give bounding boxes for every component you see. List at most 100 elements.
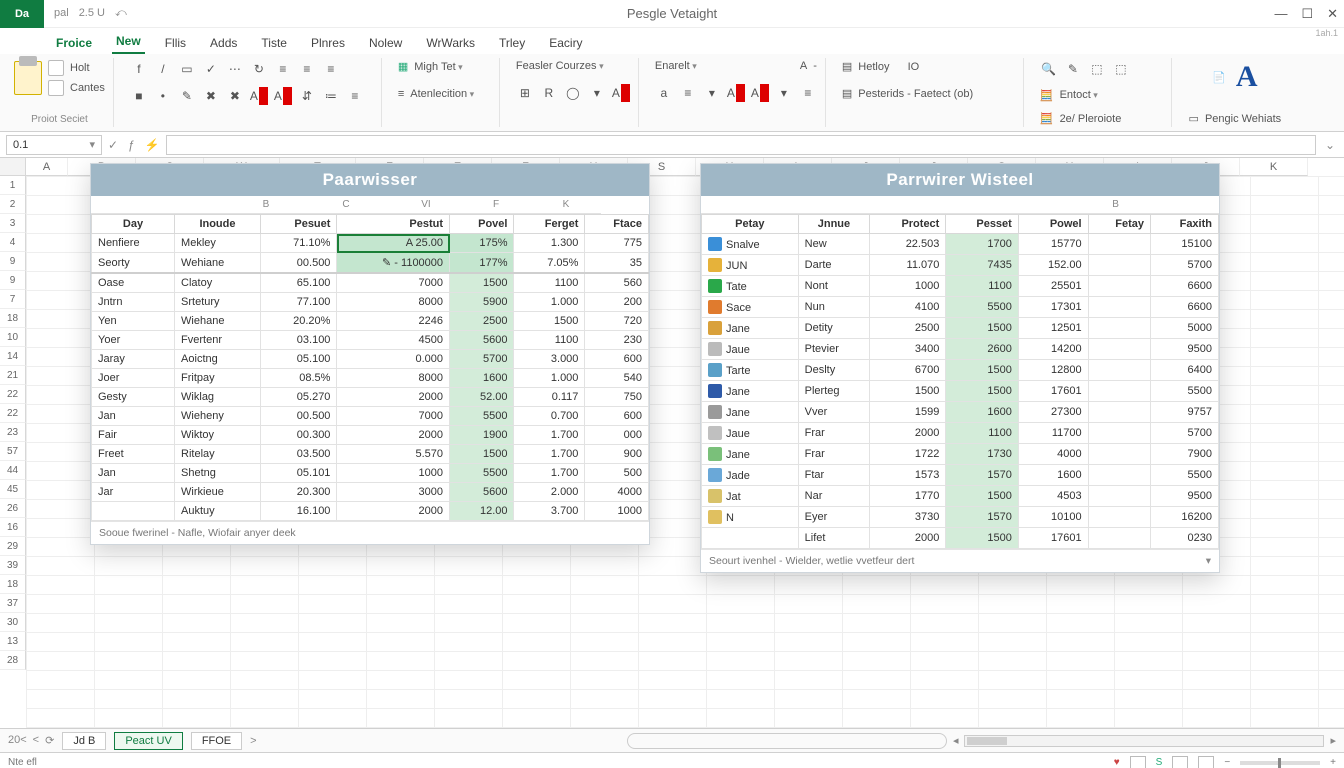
ribbon-icon[interactable]: ▾	[703, 84, 721, 102]
table-cell[interactable]: Frar	[798, 444, 870, 465]
table-cell[interactable]: 5.570	[337, 445, 450, 464]
table-cell[interactable]: 77.100	[260, 293, 337, 312]
far-icon[interactable]: ▭	[1189, 112, 1199, 125]
table-cell[interactable]: 25501	[1018, 276, 1088, 297]
table-cell[interactable]: New	[798, 234, 870, 255]
column-header[interactable]: A	[26, 158, 68, 176]
table-cell[interactable]: 1000	[585, 502, 649, 521]
table-cell[interactable]: 2000	[870, 423, 946, 444]
table-cell[interactable]: Darte	[798, 255, 870, 276]
view-break-icon[interactable]	[1198, 756, 1214, 768]
table-cell[interactable]: Fvertenr	[175, 331, 261, 350]
table-cell[interactable]: 560	[585, 273, 649, 293]
table-row[interactable]: Lifet20001500176010230	[702, 528, 1219, 549]
table-cell[interactable]: 2246	[337, 312, 450, 331]
table-row[interactable]: JntrnSrtetury77.100800059001.000200	[92, 293, 649, 312]
table-cell[interactable]: Yen	[92, 312, 175, 331]
spreadsheet-grid[interactable]: ABCWTFEFHSHLJJGHIJK 12349971810142122222…	[0, 158, 1344, 728]
tab-item[interactable]: Eaciry	[545, 32, 586, 54]
table-cell[interactable]: Ritelay	[175, 445, 261, 464]
row-header[interactable]: 22	[0, 385, 26, 404]
table-cell[interactable]: Gesty	[92, 388, 175, 407]
view-normal-icon[interactable]	[1130, 756, 1146, 768]
table-row[interactable]: TarteDeslty67001500128006400	[702, 360, 1219, 381]
name-box[interactable]: 0.1▾	[6, 135, 102, 155]
table-row[interactable]: FreetRitelay03.5005.57015001.700900	[92, 445, 649, 464]
scroll-left-icon[interactable]: ◂	[953, 734, 959, 747]
table-row[interactable]: YenWiehane20.20%224625001500720	[92, 312, 649, 331]
table-row[interactable]: TateNont10001100255016600	[702, 276, 1219, 297]
table-cell[interactable]: 0.700	[514, 407, 585, 426]
tab-item[interactable]: Adds	[206, 32, 241, 54]
table-cell[interactable]: Ptevier	[798, 339, 870, 360]
table-cell[interactable]: Jat	[702, 486, 799, 507]
table-cell[interactable]: 3000	[337, 483, 450, 502]
fx-cancel-icon[interactable]: ✓	[108, 138, 118, 152]
ribbon-icon[interactable]: ≡	[799, 84, 817, 102]
cut-icon[interactable]	[48, 60, 64, 76]
tab-item[interactable]: WrWarks	[422, 32, 479, 54]
table-row[interactable]: SaceNun41005500173016600	[702, 297, 1219, 318]
ribbon-icon[interactable]: ≔	[322, 87, 340, 105]
table-cell[interactable]: 1730	[946, 444, 1019, 465]
table-cell[interactable]	[1088, 444, 1150, 465]
formula-input[interactable]	[166, 135, 1316, 155]
table-cell[interactable]: Tarte	[702, 360, 799, 381]
table-cell[interactable]: Shetng	[175, 464, 261, 483]
table-cell[interactable]: 6400	[1151, 360, 1219, 381]
table-header[interactable]: Pesset	[946, 215, 1019, 234]
table-cell[interactable]: 1600	[1018, 465, 1088, 486]
wrap-icon[interactable]: ▦	[398, 60, 408, 73]
table-cell[interactable]: 1770	[870, 486, 946, 507]
table-cell[interactable]: Sace	[702, 297, 799, 318]
table-header[interactable]: Inoude	[175, 215, 261, 234]
table-cell[interactable]: 15100	[1151, 234, 1219, 255]
table-row[interactable]: NEyer373015701010016200	[702, 507, 1219, 528]
formula-expand-icon[interactable]: ⌄	[1322, 138, 1338, 152]
table-row[interactable]: JoerFritpay08.5%800016001.000540	[92, 369, 649, 388]
ribbon-icon[interactable]: A	[751, 84, 769, 102]
table-row[interactable]: JanWieheny00.500700055000.700600	[92, 407, 649, 426]
row-header[interactable]: 3	[0, 214, 26, 233]
table-cell[interactable]: 3.000	[514, 350, 585, 369]
table-header[interactable]: Fetay	[1088, 215, 1150, 234]
table-cell[interactable]: 5500	[946, 297, 1019, 318]
row-header[interactable]: 14	[0, 347, 26, 366]
merge-icon[interactable]: ≡	[398, 88, 404, 100]
table-cell[interactable]: 3.700	[514, 502, 585, 521]
horizontal-scrollbar[interactable]	[964, 735, 1324, 747]
table-cell[interactable]: Joer	[92, 369, 175, 388]
table-cell[interactable]: 65.100	[260, 273, 337, 293]
select-all-corner[interactable]	[0, 158, 26, 176]
editing-icon[interactable]: 🧮	[1040, 89, 1054, 102]
table-cell[interactable]: Wirkieue	[175, 483, 261, 502]
table-cell[interactable]	[1088, 402, 1150, 423]
sheet-tab[interactable]: FFOE	[191, 732, 242, 750]
table-cell[interactable]: 7435	[946, 255, 1019, 276]
table-row[interactable]: JaneFrar1722173040007900	[702, 444, 1219, 465]
table-cell[interactable]: 5000	[1151, 318, 1219, 339]
row-header[interactable]: 44	[0, 461, 26, 480]
table-cell[interactable]	[1088, 528, 1150, 549]
table-cell[interactable]: 12501	[1018, 318, 1088, 339]
tab-item[interactable]: Fllis	[161, 32, 190, 54]
addins-icon[interactable]: 📄	[1212, 71, 1226, 84]
ribbon-icon[interactable]: A	[274, 87, 292, 105]
ribbon-icon[interactable]: ⇵	[298, 87, 316, 105]
row-header[interactable]: 9	[0, 252, 26, 271]
row-header[interactable]: 1	[0, 176, 26, 195]
table-cell[interactable]: 6600	[1151, 297, 1219, 318]
table-cell[interactable]: 14200	[1018, 339, 1088, 360]
table-cell[interactable]: 12800	[1018, 360, 1088, 381]
zoom-in-icon[interactable]: +	[1330, 757, 1336, 768]
table-cell[interactable]: 5700	[450, 350, 514, 369]
table-cell[interactable]: Wiktoy	[175, 426, 261, 445]
table-cell[interactable]: 4500	[337, 331, 450, 350]
table-cell[interactable]: 0.117	[514, 388, 585, 407]
table-cell[interactable]: Nar	[798, 486, 870, 507]
table-cell[interactable]: 7.05%	[514, 253, 585, 274]
ribbon-icon[interactable]: ≡	[346, 87, 364, 105]
table-cell[interactable]: Deslty	[798, 360, 870, 381]
close-button[interactable]: ✕	[1327, 6, 1338, 22]
status-icon[interactable]: ♥	[1114, 757, 1120, 768]
